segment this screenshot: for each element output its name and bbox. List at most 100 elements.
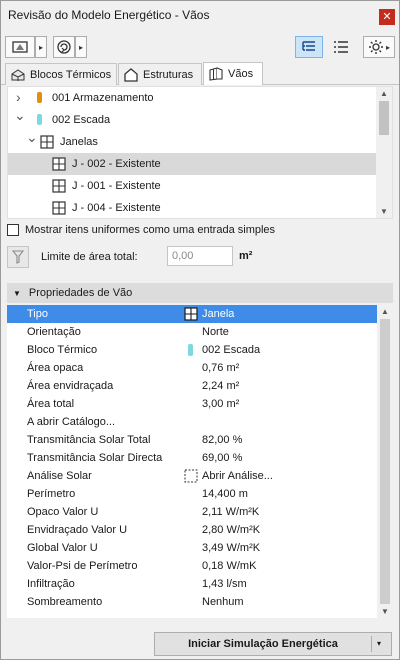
filter-button[interactable] [7,246,29,268]
property-value: 69,00 % [202,452,243,464]
property-row-transmitancia-directa[interactable]: Transmitância Solar Directa 69,00 % [7,449,377,467]
zone-color-swatch [37,114,42,125]
tab-blocos-termicos[interactable]: Blocos Térmicos [5,63,117,85]
uniform-items-option[interactable]: Mostrar itens uniformes como uma entrada… [7,224,275,236]
model-view-dropdown[interactable]: ▸ [35,36,47,58]
property-row-area-envidracada[interactable]: Área envidraçada 2,24 m² [7,377,377,395]
chevron-down-icon[interactable]: ▾ [377,639,381,648]
tree-item-label: J - 001 - Existente [72,180,161,192]
scroll-up-icon: ▲ [381,307,389,316]
tab-label: Estruturas [143,68,194,81]
scroll-down-icon: ▼ [381,607,389,616]
tree-item-janelas[interactable]: ⌄ Janelas [8,129,378,153]
property-name: Perímetro [27,488,76,500]
tree-item-001-armazenamento[interactable]: › 001 Armazenamento [8,87,378,109]
tree-scrollbar[interactable]: ▲ ▼ [376,87,392,218]
properties-header[interactable]: ▼ Propriedades de Vão [7,283,393,303]
thermal-block-icon [11,68,25,81]
property-row-perimetro[interactable]: Perímetro 14,400 m [7,485,377,503]
tree-view-button[interactable] [295,36,323,58]
property-value: Janela [202,308,235,320]
property-row-infiltracao[interactable]: Infiltração 1,43 l/sm [7,575,377,593]
model-view-button[interactable] [5,36,35,58]
uniform-items-label: Mostrar itens uniformes como uma entrada… [25,224,276,236]
triangle-down-icon: ▼ [13,288,21,298]
property-value: Nenhum [202,596,244,608]
triangle-right-icon: ▸ [385,42,390,52]
tab-vaos[interactable]: Vãos [203,62,263,85]
property-value: 1,43 l/sm [202,578,247,590]
window-icon [184,307,198,321]
property-row-area-opaca[interactable]: Área opaca 0,76 m² [7,359,377,377]
scroll-thumb[interactable] [380,319,390,604]
window-icon [40,135,54,149]
triangle-right-icon: ▸ [38,42,43,52]
dashed-box-icon [184,469,198,483]
window-title: Revisão do Modelo Energético - Vãos [8,8,210,22]
open-solar-analysis-link[interactable]: Abrir Análise... [202,470,273,482]
property-row-tipo[interactable]: Tipo Janela [7,305,377,323]
property-value: 3,00 m² [202,398,240,410]
property-value: 0,18 W/mK [202,560,257,572]
property-row-area-total[interactable]: Área total 3,00 m² [7,395,377,413]
chevron-down-icon: ⌄ [14,107,26,123]
settings-button[interactable]: ▸ [363,36,395,58]
tree-item-j-002[interactable]: J - 002 - Existente [8,153,378,175]
property-name: Envidraçado Valor U [27,524,128,536]
property-value: 3,49 W/m²K [202,542,261,554]
refresh-button[interactable] [53,36,75,58]
property-row-opaco-valor-u[interactable]: Opaco Valor U 2,11 W/m²K [7,503,377,521]
tree-item-j-004[interactable]: J - 004 - Existente [8,197,378,218]
property-name: Área opaca [27,362,84,374]
list-icon [334,41,348,53]
tree-item-label: J - 002 - Existente [72,158,161,170]
opening-tree: › 001 Armazenamento ⌄ 002 Escada ⌄ Janel… [7,86,393,219]
model-view-icon [12,41,28,53]
scroll-up-icon: ▲ [380,89,388,98]
property-value: Norte [202,326,229,338]
tree-list-icon [302,41,315,51]
refresh-icon [57,40,71,54]
property-value: 2,24 m² [202,380,240,392]
property-row-bloco-termico[interactable]: Bloco Térmico 002 Escada [7,341,377,359]
area-limit-row: Limite de área total: 0,00 m² [7,246,393,268]
property-row-transmitancia-total[interactable]: Transmitância Solar Total 82,00 % [7,431,377,449]
property-name: Valor-Psi de Perímetro [27,560,138,572]
start-energy-simulation-button[interactable]: Iniciar Simulação Energética ▾ [154,632,392,656]
property-name: Infiltração [27,578,75,590]
refresh-dropdown[interactable]: ▸ [75,36,87,58]
simulation-button-label: Iniciar Simulação Energética [188,638,338,650]
tab-bar: Blocos Térmicos Estruturas Vãos [1,61,399,85]
property-row-valor-psi[interactable]: Valor-Psi de Perímetro 0,18 W/mK [7,557,377,575]
opening-icon [209,67,223,81]
scroll-down-icon: ▼ [380,207,388,216]
property-value: 0,76 m² [202,362,240,374]
close-icon: ✕ [382,11,392,23]
property-row-orientacao[interactable]: Orientação Norte [7,323,377,341]
chevron-down-icon: ⌄ [26,129,38,145]
scroll-thumb[interactable] [379,101,389,135]
property-name: Opaco Valor U [27,506,99,518]
title-bar: Revisão do Modelo Energético - Vãos ✕ [1,1,399,31]
tab-label: Blocos Térmicos [30,68,112,81]
list-view-button[interactable] [327,36,355,58]
property-row-global-valor-u[interactable]: Global Valor U 3,49 W/m²K [7,539,377,557]
close-button[interactable]: ✕ [379,9,395,25]
area-limit-input[interactable]: 0,00 [167,246,233,266]
properties-scrollbar[interactable]: ▲ ▼ [377,305,393,618]
property-value: 82,00 % [202,434,243,446]
property-row-envidracado-valor-u[interactable]: Envidraçado Valor U 2,80 W/m²K [7,521,377,539]
tree-item-label: Janelas [60,136,98,148]
area-unit-label: m² [239,250,253,262]
tab-estruturas[interactable]: Estruturas [118,63,202,85]
tree-item-j-001[interactable]: J - 001 - Existente [8,175,378,197]
uniform-items-checkbox[interactable] [7,224,19,236]
property-name: Global Valor U [27,542,98,554]
property-row-analise-solar[interactable]: Análise Solar Abrir Análise... [7,467,377,485]
property-row-abrir-catalogo[interactable]: A abrir Catálogo... [7,413,377,431]
zone-color-swatch [37,92,42,103]
properties-grid: Tipo Janela Orientação Norte Bloco Térmi… [7,305,393,618]
tree-item-002-escada[interactable]: ⌄ 002 Escada [8,107,378,131]
property-row-sombreamento[interactable]: Sombreamento Nenhum [7,593,377,611]
area-limit-label: Limite de área total: [41,251,138,263]
